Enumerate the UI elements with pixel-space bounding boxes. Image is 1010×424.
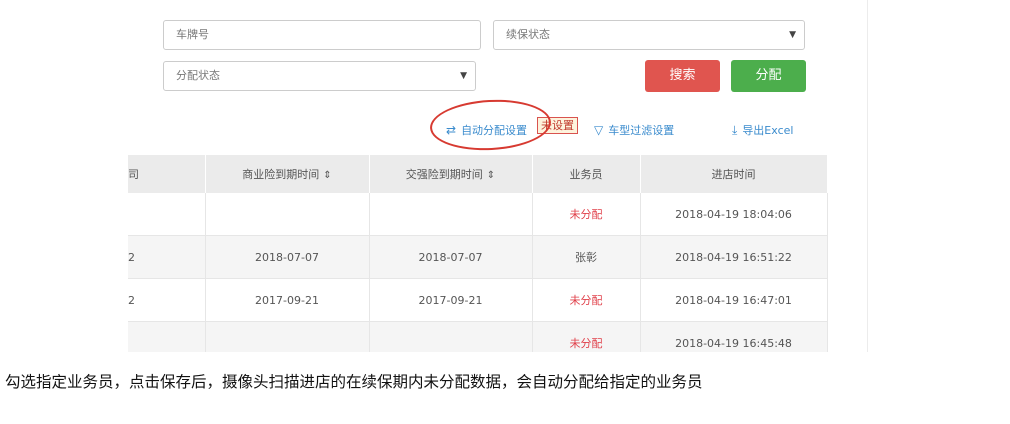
renewal-status-select[interactable]: 续保状态 ▼ — [493, 20, 805, 50]
plate-number-input[interactable]: 车牌号 — [163, 20, 481, 50]
compulsory-expiry-cell — [369, 193, 533, 236]
export-excel-label: 导出Excel — [742, 124, 794, 137]
commercial-expiry-cell: 2018-07-07 — [205, 235, 370, 279]
column-header-commercial-expiry[interactable]: 商业险到期时间 ⇕ — [205, 155, 370, 193]
table-row[interactable]: 未分配 2018-04-19 18:04:06 — [128, 193, 828, 236]
agent-cell: 张彰 — [532, 235, 641, 279]
commercial-expiry-cell: 2017-09-21 — [205, 278, 370, 322]
filter-panel: 车牌号 续保状态 ▼ 分配状态 ▼ 搜索 分配 ⇄ 自动分配设置 未设置 ▽ 车型过… — [128, 0, 868, 352]
company-cell: 2 — [128, 278, 206, 322]
not-set-badge: 未设置 — [537, 117, 578, 134]
swap-arrows-icon: ⇄ — [446, 123, 457, 137]
commercial-expiry-cell — [205, 321, 370, 352]
table-header-row: 司 商业险到期时间 ⇕ 交强险到期时间 ⇕ 业务员 进店时间 — [128, 155, 828, 193]
agent-cell: 未分配 — [532, 321, 641, 352]
assign-button[interactable]: 分配 — [731, 60, 806, 92]
chevron-down-icon: ▼ — [460, 71, 467, 81]
column-header-company: 司 — [128, 155, 206, 193]
column-header-agent: 业务员 — [532, 155, 641, 193]
instruction-caption: 勾选指定业务员，点击保存后，摄像头扫描进店的在续保期内未分配数据，会自动分配给指… — [5, 373, 703, 391]
assign-status-select[interactable]: 分配状态 ▼ — [163, 61, 476, 91]
compulsory-expiry-cell: 2018-07-07 — [369, 235, 533, 279]
compulsory-expiry-cell: 2017-09-21 — [369, 278, 533, 322]
auto-assign-label: 自动分配设置 — [461, 124, 528, 137]
filter-funnel-icon: ▽ — [594, 123, 604, 137]
company-cell — [128, 193, 206, 236]
table-row[interactable]: 2 2018-07-07 2018-07-07 张彰 2018-04-19 16… — [128, 235, 828, 279]
table-row[interactable]: 未分配 2018-04-19 16:45:48 — [128, 321, 828, 352]
commercial-expiry-cell — [205, 193, 370, 236]
assign-status-label: 分配状态 — [176, 69, 220, 82]
renewal-status-label: 续保状态 — [506, 28, 550, 41]
plate-number-placeholder: 车牌号 — [176, 28, 209, 41]
model-filter-label: 车型过滤设置 — [608, 124, 675, 137]
visit-time-cell: 2018-04-19 18:04:06 — [640, 193, 828, 236]
chevron-down-icon: ▼ — [789, 30, 796, 40]
compulsory-expiry-cell — [369, 321, 533, 352]
commercial-expiry-header-label: 商业险到期时间 — [242, 168, 320, 181]
table-row[interactable]: 2 2017-09-21 2017-09-21 未分配 2018-04-19 1… — [128, 278, 828, 322]
compulsory-expiry-header-label: 交强险到期时间 — [405, 168, 483, 181]
company-cell — [128, 321, 206, 352]
auto-assign-settings-link[interactable]: ⇄ 自动分配设置 — [446, 122, 527, 139]
download-icon: ⤓ — [732, 123, 738, 137]
visit-time-cell: 2018-04-19 16:47:01 — [640, 278, 828, 322]
agent-cell: 未分配 — [532, 278, 641, 322]
visit-time-cell: 2018-04-19 16:45:48 — [640, 321, 828, 352]
company-cell: 2 — [128, 235, 206, 279]
model-filter-settings-link[interactable]: ▽ 车型过滤设置 — [594, 122, 674, 139]
export-excel-link[interactable]: ⤓ 导出Excel — [732, 122, 793, 139]
column-header-compulsory-expiry[interactable]: 交强险到期时间 ⇕ — [369, 155, 533, 193]
records-table: 司 商业险到期时间 ⇕ 交强险到期时间 ⇕ 业务员 进店时间 未分配 2018-04… — [128, 155, 828, 352]
column-header-visit-time: 进店时间 — [640, 155, 828, 193]
search-button[interactable]: 搜索 — [645, 60, 720, 92]
sort-icon[interactable]: ⇕ — [323, 170, 331, 181]
agent-cell: 未分配 — [532, 193, 641, 236]
sort-icon[interactable]: ⇕ — [487, 170, 495, 181]
visit-time-cell: 2018-04-19 16:51:22 — [640, 235, 828, 279]
